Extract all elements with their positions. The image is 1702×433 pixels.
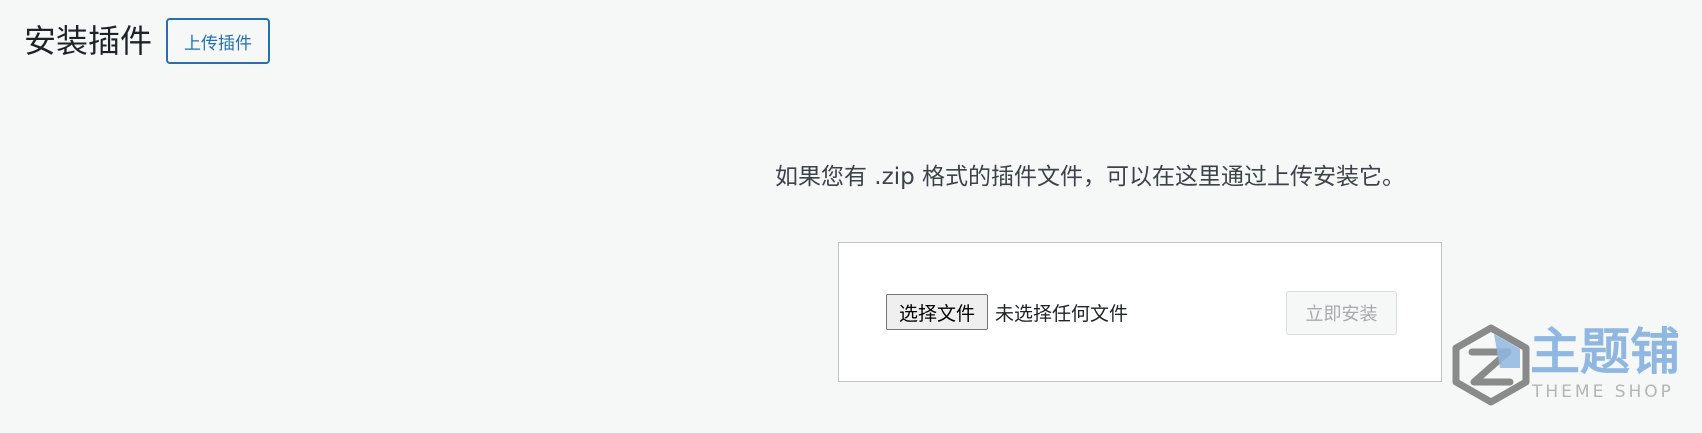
- watermark-logo: 主题铺 THEME SHOP: [1450, 322, 1686, 410]
- file-status-text: 未选择任何文件: [995, 302, 1129, 325]
- file-input[interactable]: 选择文件 未选择任何文件: [886, 294, 1128, 330]
- watermark-subtitle: THEME SHOP: [1532, 382, 1674, 402]
- install-now-button: 立即安装: [1286, 291, 1397, 335]
- theme-shop-logo-icon: [1452, 324, 1530, 406]
- upload-plugin-button[interactable]: 上传插件: [166, 18, 271, 64]
- page-title: 安装插件: [24, 22, 153, 60]
- choose-file-button[interactable]: 选择文件: [886, 294, 989, 330]
- page-header: 安装插件 上传插件: [24, 17, 271, 65]
- watermark-name: 主题铺: [1530, 323, 1680, 381]
- upload-form: 选择文件 未选择任何文件 立即安装: [838, 242, 1442, 382]
- upload-help-text: 如果您有 .zip 格式的插件文件，可以在这里通过上传安装它。: [775, 164, 1405, 190]
